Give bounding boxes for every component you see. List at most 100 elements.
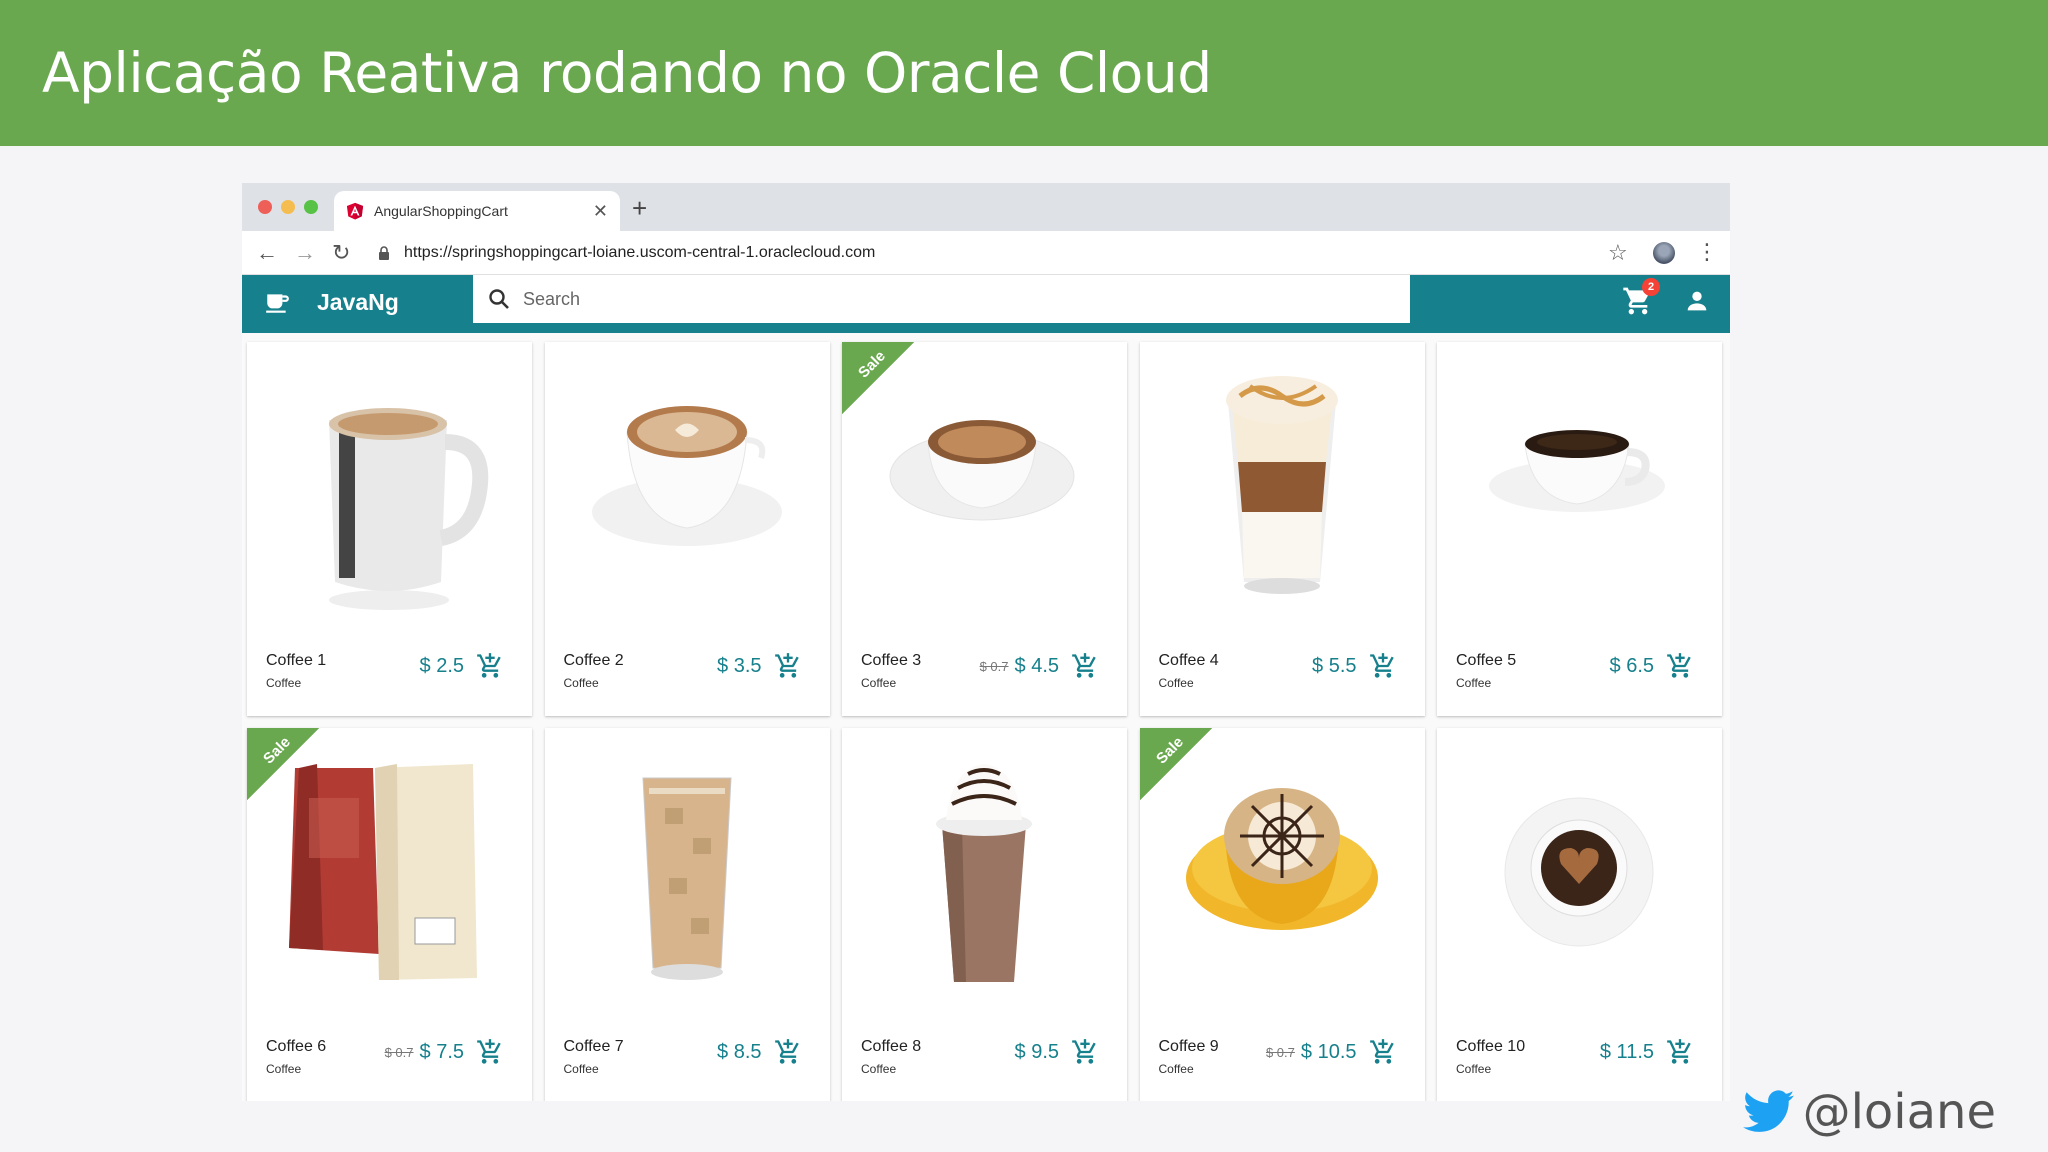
price-row: $ 0.7 $ 10.5 <box>1266 1038 1397 1066</box>
price-row: $ 2.5 <box>420 652 504 680</box>
product-image[interactable] <box>1437 342 1722 642</box>
app-name[interactable]: JavaNg <box>317 289 399 316</box>
product-category: Coffee <box>266 676 302 690</box>
account-icon[interactable] <box>1683 287 1711 315</box>
product-card[interactable]: Coffee 2 Coffee $ 3.5 <box>544 342 830 716</box>
price-row: $ 0.7 $ 7.5 <box>385 1038 504 1066</box>
product-image[interactable] <box>544 342 830 642</box>
price-row: $ 9.5 <box>1015 1038 1099 1066</box>
close-window-button[interactable] <box>258 200 272 214</box>
product-card[interactable]: Coffee 8 Coffee $ 9.5 <box>842 728 1127 1101</box>
forward-icon[interactable]: → <box>294 239 316 267</box>
product-card[interactable]: Sale Coffee 6 Coffee $ 0.7 $ 7.5 <box>247 728 532 1101</box>
sale-ribbon: Sale <box>247 728 319 800</box>
product-name: Coffee 10 <box>1456 1038 1526 1055</box>
product-price: $ 9.5 <box>1014 1040 1059 1063</box>
new-tab-button[interactable]: + <box>632 193 647 224</box>
add-to-cart-icon[interactable] <box>1666 652 1694 680</box>
slide-header: Aplicação Reativa rodando no Oracle Clou… <box>0 0 2048 146</box>
reload-icon[interactable]: ↻ <box>332 239 350 267</box>
product-card[interactable]: Coffee 7 Coffee $ 8.5 <box>544 728 830 1101</box>
add-to-cart-icon[interactable] <box>1369 1038 1397 1066</box>
price-row: $ 5.5 <box>1312 652 1396 680</box>
sale-ribbon: Sale <box>1139 728 1212 800</box>
product-name: Coffee 6 <box>266 1038 327 1055</box>
add-to-cart-icon[interactable] <box>1369 652 1397 680</box>
product-category: Coffee <box>861 676 897 690</box>
product-category: Coffee <box>1456 1062 1492 1076</box>
close-tab-icon[interactable]: ✕ <box>593 201 608 222</box>
product-name: Coffee 9 <box>1158 1038 1219 1055</box>
browser-tab[interactable]: AngularShoppingCart ✕ <box>334 191 620 231</box>
add-to-cart-icon[interactable] <box>476 1038 504 1066</box>
product-image[interactable] <box>842 728 1127 1028</box>
twitter-bird-icon <box>1742 1090 1794 1132</box>
minimize-window-button[interactable] <box>281 200 295 214</box>
tab-title: AngularShoppingCart <box>374 203 508 219</box>
product-category: Coffee <box>563 676 599 690</box>
sale-ribbon: Sale <box>842 342 914 414</box>
address-bar: ← → ↻ https://springshoppingcart-loiane.… <box>242 231 1730 275</box>
old-price: $ 0.7 <box>384 1044 414 1060</box>
add-to-cart-icon[interactable] <box>774 1038 802 1066</box>
product-card[interactable]: Coffee 5 Coffee $ 6.5 <box>1437 342 1722 716</box>
maximize-window-button[interactable] <box>304 200 318 214</box>
product-price: $ 4.5 <box>1014 654 1059 677</box>
cart-count-badge: 2 <box>1642 278 1660 296</box>
sale-label: Sale <box>260 733 294 768</box>
search-input[interactable] <box>523 288 1410 310</box>
profile-avatar[interactable] <box>1653 242 1675 264</box>
product-image[interactable] <box>247 342 532 642</box>
product-card[interactable]: Coffee 1 Coffee $ 2.5 <box>247 342 532 716</box>
product-category: Coffee <box>266 1062 302 1076</box>
product-name: Coffee 5 <box>1456 652 1517 669</box>
product-category: Coffee <box>861 1062 897 1076</box>
product-price: $ 8.5 <box>717 1040 762 1063</box>
add-to-cart-icon[interactable] <box>774 652 802 680</box>
add-to-cart-icon[interactable] <box>476 652 504 680</box>
product-image[interactable] <box>1437 728 1722 1028</box>
product-card[interactable]: Coffee 4 Coffee $ 5.5 <box>1139 342 1425 716</box>
product-name: Coffee 7 <box>563 1038 624 1055</box>
product-price: $ 5.5 <box>1312 654 1357 677</box>
price-row: $ 6.5 <box>1610 652 1694 680</box>
old-price: $ 0.7 <box>1265 1044 1295 1060</box>
product-card[interactable]: Sale Coffee 9 Coffee $ 0.7 $ 10.5 <box>1139 728 1425 1101</box>
product-price: $ 3.5 <box>717 654 762 677</box>
product-category: Coffee <box>1456 676 1492 690</box>
product-price: $ 11.5 <box>1599 1040 1654 1063</box>
product-category: Coffee <box>563 1062 599 1076</box>
product-price: $ 2.5 <box>419 654 464 677</box>
product-category: Coffee <box>1158 676 1194 690</box>
product-price: $ 7.5 <box>419 1040 464 1063</box>
product-name: Coffee 8 <box>861 1038 922 1055</box>
tab-bar: AngularShoppingCart ✕ + <box>242 183 1730 231</box>
product-grid: Coffee 1 Coffee $ 2.5 Coffee 2 Coffee $ 3.5 Sa… <box>247 342 1727 1101</box>
search-box <box>473 275 1410 323</box>
sale-label: Sale <box>855 347 889 382</box>
product-image[interactable] <box>1139 342 1425 642</box>
product-name: Coffee 4 <box>1158 652 1219 669</box>
url-text: https://springshoppingcart-loiane.uscom-… <box>404 244 876 261</box>
more-menu-icon[interactable]: ⋮ <box>1696 239 1718 265</box>
product-name: Coffee 3 <box>861 652 922 669</box>
product-name: Coffee 2 <box>563 652 624 669</box>
url-field[interactable]: https://springshoppingcart-loiane.uscom-… <box>368 236 1618 270</box>
coffee-logo-icon <box>266 294 289 313</box>
price-row: $ 8.5 <box>717 1038 801 1066</box>
product-price: $ 6.5 <box>1609 654 1654 677</box>
add-to-cart-icon[interactable] <box>1071 1038 1099 1066</box>
back-icon[interactable]: ← <box>256 239 278 267</box>
bookmark-star-icon[interactable]: ☆ <box>1608 240 1628 266</box>
price-row: $ 3.5 <box>717 652 801 680</box>
product-image[interactable] <box>544 728 830 1028</box>
add-to-cart-icon[interactable] <box>1666 1038 1694 1066</box>
product-category: Coffee <box>1158 1062 1194 1076</box>
product-card[interactable]: Coffee 10 Coffee $ 11.5 <box>1437 728 1722 1101</box>
twitter-handle: @loiane <box>1742 1080 1996 1144</box>
price-row: $ 11.5 <box>1600 1038 1694 1066</box>
twitter-handle-text: @loiane <box>1802 1084 1996 1140</box>
product-card[interactable]: Sale Coffee 3 Coffee $ 0.7 $ 4.5 <box>842 342 1127 716</box>
add-to-cart-icon[interactable] <box>1071 652 1099 680</box>
product-price: $ 10.5 <box>1300 1040 1357 1063</box>
